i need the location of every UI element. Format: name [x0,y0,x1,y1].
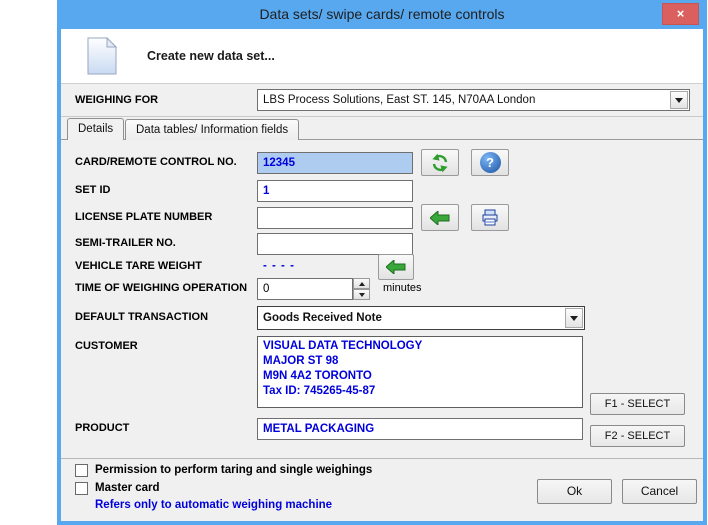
refresh-icon [430,153,450,173]
refresh-button[interactable] [421,149,459,176]
ok-button[interactable]: Ok [537,479,612,504]
customer-select-button[interactable]: F1 - SELECT [590,393,685,415]
weighing-time-unit: minutes [383,282,422,294]
tare-weight-label: VEHICLE TARE WEIGHT [75,260,202,272]
product-select-button[interactable]: F2 - SELECT [590,425,685,447]
close-icon: × [677,6,685,21]
header-panel: Create new data set... [61,29,703,84]
dialog-titlebar[interactable]: Data sets/ swipe cards/ remote controls … [57,0,707,29]
green-left-arrow-icon [430,211,450,225]
footer-section: Permission to perform taring and single … [61,458,703,521]
product-input[interactable] [257,418,583,440]
page-title: Create new data set... [147,49,275,63]
chevron-down-icon [570,316,578,321]
card-no-label: CARD/REMOTE CONTROL NO. [75,156,237,168]
chevron-down-icon [675,98,683,103]
weighing-for-value: LBS Process Solutions, East ST. 145, N70… [263,94,667,106]
help-button[interactable]: ? [471,149,509,176]
default-transaction-dropdown-button[interactable] [565,308,583,328]
tare-weight-recall-button[interactable] [378,254,414,280]
permission-checkbox-label[interactable]: Permission to perform taring and single … [95,464,372,476]
cancel-button[interactable]: Cancel [622,479,697,504]
dialog-content: Create new data set... WEIGHING FOR LBS … [61,29,703,521]
set-id-input[interactable] [257,180,413,202]
help-icon: ? [480,152,501,173]
printer-icon [480,209,500,227]
tab-bar: Details Data tables/ Information fields [61,117,703,140]
chevron-up-icon [359,282,365,286]
set-id-label: SET ID [75,184,110,196]
customer-textarea[interactable]: VISUAL DATA TECHNOLOGY MAJOR ST 98 M9N 4… [257,336,583,408]
license-plate-input[interactable] [257,207,413,229]
license-plate-recall-button[interactable] [421,204,459,231]
weighing-for-section: WEIGHING FOR LBS Process Solutions, East… [61,84,703,117]
spin-up-button[interactable] [353,278,370,289]
close-button[interactable]: × [662,3,699,25]
master-card-checkbox[interactable] [75,482,88,495]
product-label: PRODUCT [75,422,129,434]
tab-details[interactable]: Details [67,118,124,140]
chevron-down-icon [359,293,365,297]
default-transaction-value: Goods Received Note [263,312,562,324]
spin-down-button[interactable] [353,289,370,300]
permission-checkbox[interactable] [75,464,88,477]
tab-data-tables[interactable]: Data tables/ Information fields [125,119,299,140]
weighing-for-select[interactable]: LBS Process Solutions, East ST. 145, N70… [257,89,690,111]
details-form: CARD/REMOTE CONTROL NO. ? SET ID LICENSE… [61,140,703,458]
weighing-for-dropdown-button[interactable] [670,91,688,109]
weighing-for-label: WEIGHING FOR [75,94,158,106]
master-card-checkbox-label[interactable]: Master card [95,482,160,494]
license-plate-label: LICENSE PLATE NUMBER [75,211,212,223]
weighing-time-stepper [353,278,370,300]
semi-trailer-label: SEMI-TRAILER NO. [75,237,176,249]
dialog-title: Data sets/ swipe cards/ remote controls [57,6,707,22]
print-button[interactable] [471,204,509,231]
default-transaction-label: DEFAULT TRANSACTION [75,311,208,323]
default-transaction-select[interactable]: Goods Received Note [257,306,585,330]
green-left-arrow-icon [386,260,406,274]
new-document-icon [87,37,117,75]
semi-trailer-input[interactable] [257,233,413,255]
card-no-input[interactable] [257,152,413,174]
data-sets-dialog: Data sets/ swipe cards/ remote controls … [57,0,707,525]
master-card-note: Refers only to automatic weighing machin… [95,499,332,511]
tare-weight-value: - - - - [263,260,295,272]
customer-label: CUSTOMER [75,340,138,352]
weighing-time-label: TIME OF WEIGHING OPERATION [75,282,247,294]
weighing-time-input[interactable] [257,278,353,300]
